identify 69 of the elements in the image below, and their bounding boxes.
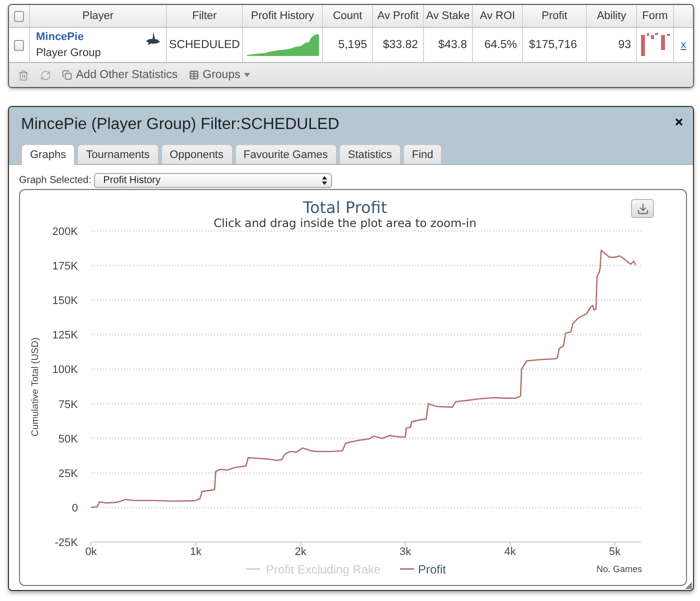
tab[interactable]: Favourite Games (234, 144, 337, 164)
resize-grip-icon[interactable] (685, 582, 692, 589)
y-axis-label: 175K (52, 260, 78, 273)
column-header[interactable]: Profit (523, 5, 587, 27)
x-axis-label: 4k (504, 546, 516, 558)
table-cell: 93 (587, 28, 637, 62)
table-cell: $175,716 (523, 28, 587, 62)
player-link[interactable]: MincePie (36, 31, 84, 43)
graph-select-label: Graph Selected: (19, 174, 92, 186)
refresh-button[interactable] (40, 70, 51, 80)
table-cell: 64.5% (473, 28, 523, 62)
shark-icon (146, 32, 160, 45)
y-axis-label: 0 (72, 502, 78, 514)
column-header[interactable]: Ability (587, 5, 637, 27)
y-axis-label: -25K (54, 537, 78, 549)
y-axis-label: 25K (58, 468, 78, 480)
x-axis-label: 5k (609, 546, 621, 558)
y-axis-label: 200K (52, 226, 78, 238)
column-header[interactable]: Filter (167, 5, 243, 27)
y-axis-label: 100K (52, 364, 78, 376)
delete-button[interactable] (18, 70, 29, 80)
y-axis-label: 125K (52, 330, 78, 342)
column-header[interactable]: Form (637, 5, 674, 27)
table-icon (188, 70, 199, 80)
player-type-text: Player Group (36, 47, 101, 59)
add-statistics-button[interactable]: Add Other Statistics (62, 69, 178, 81)
x-axis-label: 1k (190, 546, 202, 558)
chart-title: Total Profit (302, 198, 388, 217)
caret-icon (244, 73, 250, 77)
legend-item[interactable]: Profit (400, 562, 446, 576)
tab[interactable]: Graphs (21, 144, 76, 165)
column-header[interactable]: Av Stake (424, 5, 473, 27)
refresh-icon (40, 70, 51, 80)
y-axis-title: Cumulative Total (USD) (30, 337, 41, 437)
groups-dropdown[interactable]: Groups (188, 69, 250, 81)
table-cell: 5,195 (323, 28, 373, 62)
download-icon (636, 202, 648, 214)
tab[interactable]: Tournaments (77, 144, 159, 164)
tab[interactable]: Opponents (160, 144, 232, 164)
tab[interactable]: Find (402, 144, 442, 164)
checkbox[interactable] (14, 40, 24, 50)
x-axis-title: No. Games (596, 564, 642, 574)
x-axis-label: 2k (294, 546, 306, 558)
column-header[interactable]: Player (30, 5, 167, 27)
chart-subtitle: Click and drag inside the plot area to zoom-in (214, 216, 476, 230)
download-button[interactable] (631, 199, 654, 218)
column-header[interactable]: Av Profit (373, 5, 424, 27)
table-cell: $33.82 (373, 28, 424, 62)
remove-link[interactable]: x (680, 39, 686, 51)
table-cell: $43.8 (424, 28, 473, 62)
y-axis-label: 75K (58, 398, 78, 411)
up-down-arrows-icon (322, 176, 328, 184)
y-axis-label: 50K (58, 433, 78, 446)
x-axis-label: 0k (85, 546, 97, 558)
dialog-title: MincePie (Player Group) Filter:SCHEDULED (21, 115, 340, 135)
windows-icon (62, 70, 72, 80)
y-axis-label: 150K (52, 295, 78, 308)
checkbox[interactable] (14, 10, 24, 22)
column-header[interactable]: Av ROI (473, 5, 523, 27)
profit-sparkline (246, 34, 318, 56)
table-cell: SCHEDULED (167, 28, 243, 62)
close-icon (674, 117, 684, 127)
tab[interactable]: Statistics (338, 144, 401, 164)
form-sparkline (640, 33, 670, 57)
graph-select[interactable]: Profit History (94, 172, 332, 188)
column-header[interactable]: Profit History (243, 5, 323, 27)
trash-icon (18, 70, 29, 80)
column-header[interactable]: Count (323, 5, 373, 27)
x-axis-label: 3k (399, 546, 412, 558)
